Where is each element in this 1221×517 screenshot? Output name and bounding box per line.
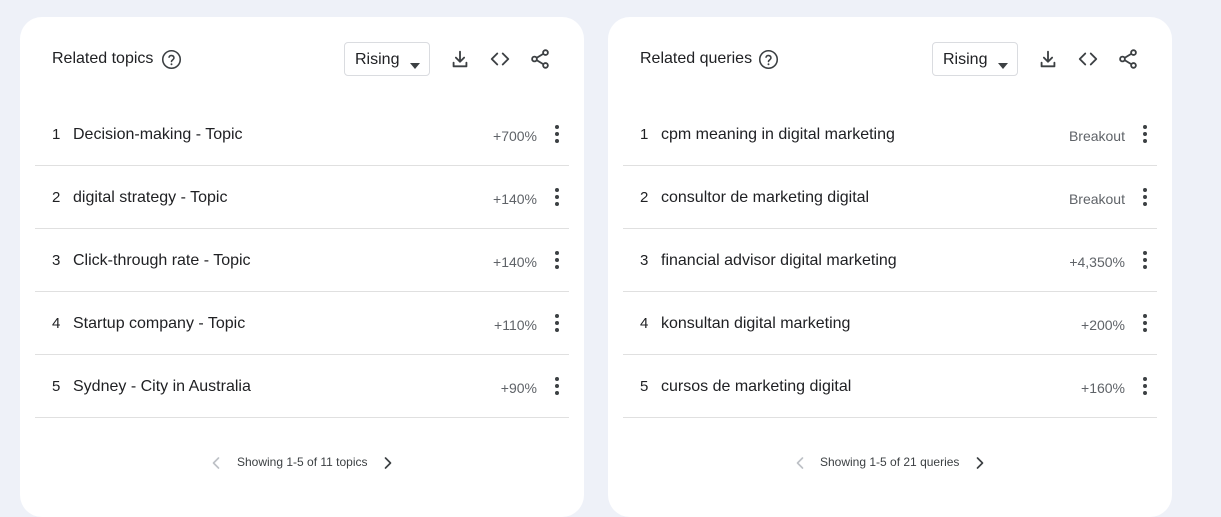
embed-code-icon[interactable]: [1077, 48, 1099, 70]
download-icon[interactable]: [449, 48, 471, 70]
card-title: Related topics: [52, 50, 154, 67]
list-item[interactable]: 3 financial advisor digital marketing +4…: [623, 229, 1157, 292]
pagination: Showing 1-5 of 21 queries: [608, 453, 1172, 473]
query-label[interactable]: cpm meaning in digital marketing: [661, 126, 895, 144]
topic-label[interactable]: Startup company - Topic: [73, 315, 245, 333]
help-circle-icon[interactable]: [161, 49, 182, 70]
list-item[interactable]: 4 konsultan digital marketing +200%: [623, 292, 1157, 355]
rank-number: 2: [52, 189, 61, 206]
query-label[interactable]: financial advisor digital marketing: [661, 252, 897, 270]
download-icon[interactable]: [1037, 48, 1059, 70]
more-vert-icon[interactable]: [551, 123, 563, 145]
rank-number: 5: [640, 378, 649, 395]
more-vert-icon[interactable]: [551, 375, 563, 397]
caret-down-icon: [998, 56, 1008, 69]
rank-number: 3: [52, 252, 61, 269]
share-icon[interactable]: [1117, 48, 1139, 70]
rise-value: +4,350%: [1069, 254, 1125, 270]
topic-label[interactable]: Click-through rate - Topic: [73, 252, 251, 270]
query-label[interactable]: konsultan digital marketing: [661, 315, 850, 333]
help-circle-icon[interactable]: [758, 49, 779, 70]
more-vert-icon[interactable]: [1139, 249, 1151, 271]
list-item[interactable]: 2 digital strategy - Topic +140%: [35, 166, 569, 229]
topic-label[interactable]: digital strategy - Topic: [73, 189, 227, 207]
query-label[interactable]: consultor de marketing digital: [661, 189, 869, 207]
chevron-right-icon[interactable]: [378, 453, 398, 473]
related-topics-card: Related topics Rising 1 Decision-making …: [20, 17, 584, 517]
list-item[interactable]: 4 Startup company - Topic +110%: [35, 292, 569, 355]
list-item[interactable]: 5 cursos de marketing digital +160%: [623, 355, 1157, 418]
more-vert-icon[interactable]: [1139, 123, 1151, 145]
list-item[interactable]: 1 cpm meaning in digital marketing Break…: [623, 103, 1157, 166]
more-vert-icon[interactable]: [551, 249, 563, 271]
card-header: Related queries Rising: [608, 17, 1172, 103]
rank-number: 1: [52, 126, 61, 143]
rank-number: 5: [52, 378, 61, 395]
rise-value: Breakout: [1068, 191, 1125, 207]
rising-dropdown[interactable]: Rising: [932, 42, 1018, 76]
rise-value: Breakout: [1068, 128, 1125, 144]
card-header: Related topics Rising: [20, 17, 584, 103]
rise-value: +140%: [493, 254, 537, 270]
topic-label[interactable]: Decision-making - Topic: [73, 126, 243, 144]
list-item[interactable]: 5 Sydney - City in Australia +90%: [35, 355, 569, 418]
rise-value: +140%: [493, 191, 537, 207]
rank-number: 4: [640, 315, 649, 332]
rank-number: 3: [640, 252, 649, 269]
chevron-left-icon[interactable]: [790, 453, 810, 473]
caret-down-icon: [410, 56, 420, 69]
related-queries-card: Related queries Rising 1 cpm meaning in …: [608, 17, 1172, 517]
more-vert-icon[interactable]: [1139, 312, 1151, 334]
more-vert-icon[interactable]: [1139, 375, 1151, 397]
rank-number: 4: [52, 315, 61, 332]
more-vert-icon[interactable]: [551, 312, 563, 334]
list-item[interactable]: 1 Decision-making - Topic +700%: [35, 103, 569, 166]
more-vert-icon[interactable]: [551, 186, 563, 208]
rising-dropdown[interactable]: Rising: [344, 42, 430, 76]
pagination-status: Showing 1-5 of 21 queries: [820, 455, 960, 469]
dropdown-value: Rising: [943, 51, 988, 68]
list-item[interactable]: 2 consultor de marketing digital Breakou…: [623, 166, 1157, 229]
rise-value: +700%: [493, 128, 537, 144]
rise-value: +110%: [494, 317, 537, 333]
rise-value: +160%: [1081, 380, 1125, 396]
dropdown-value: Rising: [355, 51, 400, 68]
topic-label[interactable]: Sydney - City in Australia: [73, 378, 251, 396]
share-icon[interactable]: [529, 48, 551, 70]
embed-code-icon[interactable]: [489, 48, 511, 70]
pagination: Showing 1-5 of 11 topics: [20, 453, 584, 473]
rank-number: 2: [640, 189, 649, 206]
rank-number: 1: [640, 126, 649, 143]
chevron-right-icon[interactable]: [970, 453, 990, 473]
query-label[interactable]: cursos de marketing digital: [661, 378, 851, 396]
list-item[interactable]: 3 Click-through rate - Topic +140%: [35, 229, 569, 292]
more-vert-icon[interactable]: [1139, 186, 1151, 208]
rise-value: +200%: [1081, 317, 1125, 333]
pagination-status: Showing 1-5 of 11 topics: [237, 455, 368, 469]
rise-value: +90%: [500, 380, 537, 396]
chevron-left-icon[interactable]: [206, 453, 226, 473]
card-title: Related queries: [640, 50, 753, 67]
